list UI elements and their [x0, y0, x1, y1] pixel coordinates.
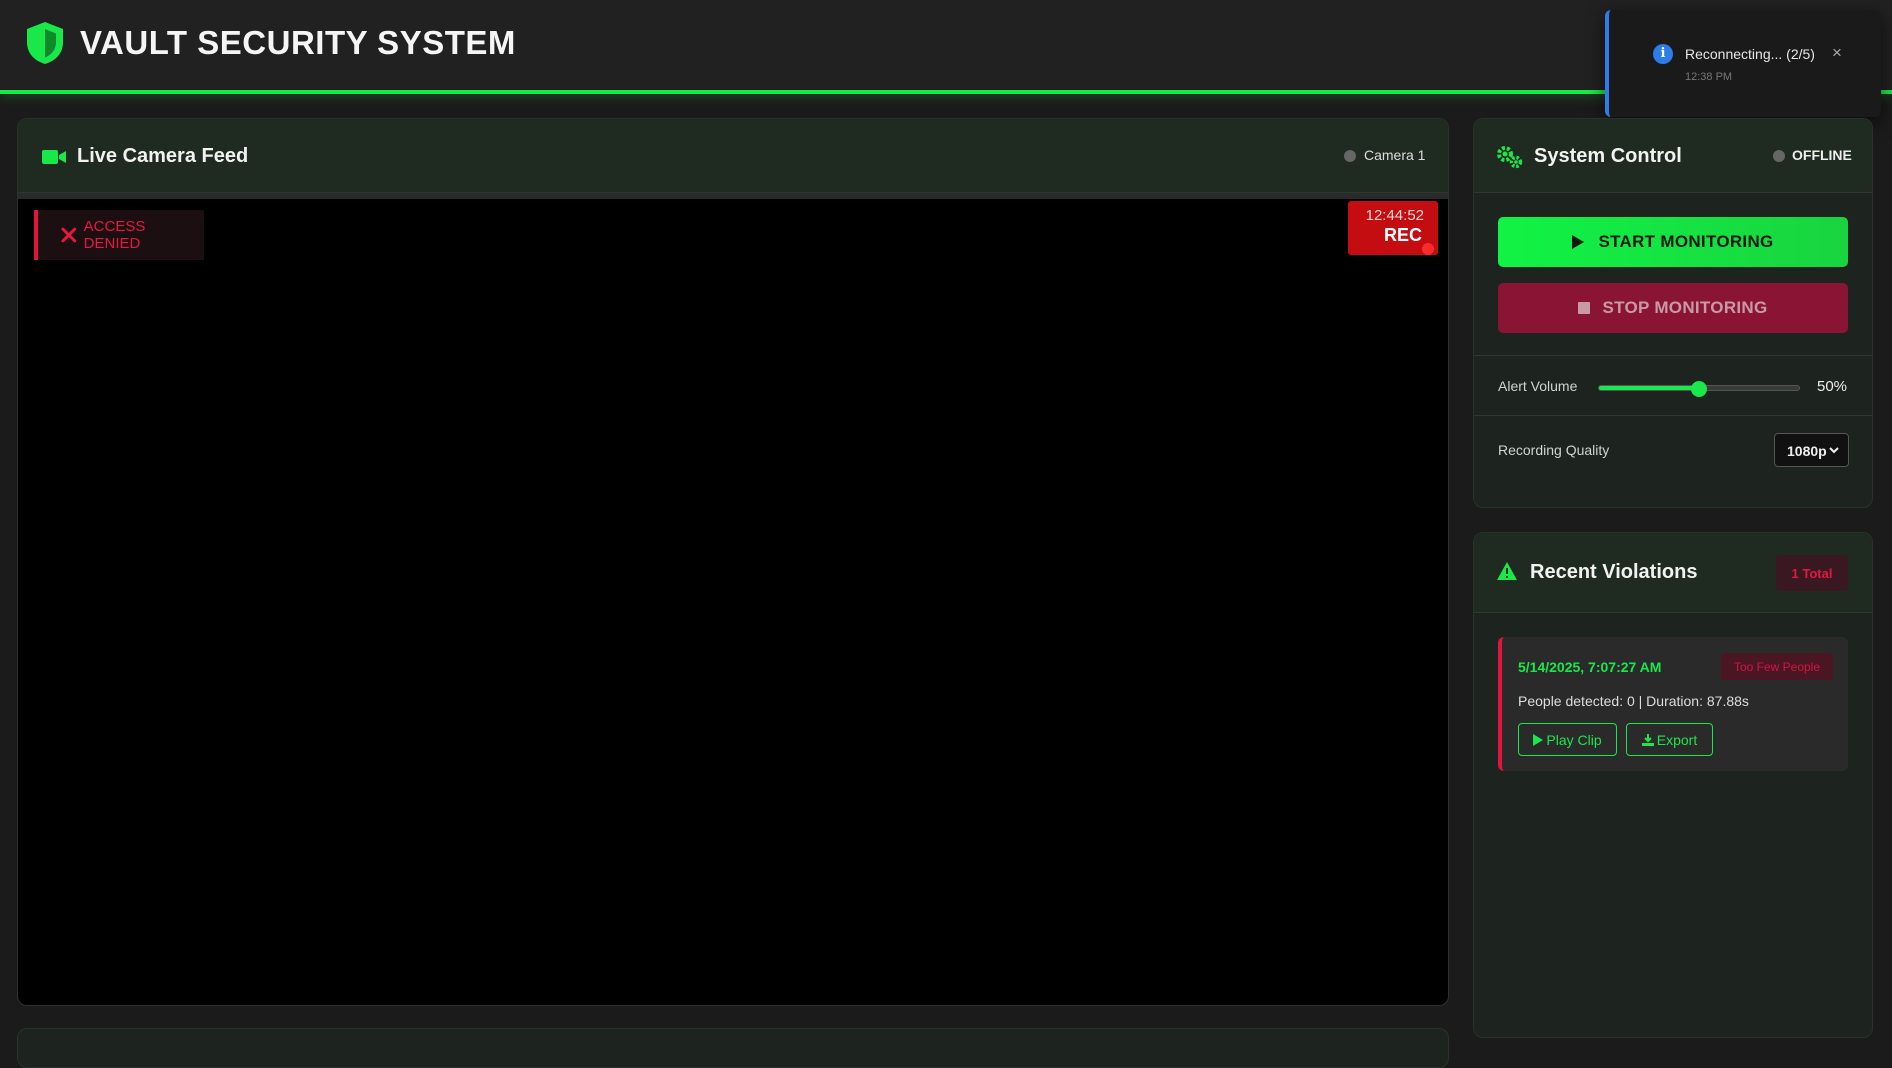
info-icon: i: [1653, 44, 1673, 64]
close-x-icon: [61, 227, 77, 243]
violation-timestamp: 5/14/2025, 7:07:27 AM: [1518, 659, 1662, 675]
access-denied-text: ACCESS DENIED: [83, 218, 146, 252]
camera-label: Camera 1: [1364, 147, 1426, 163]
system-status-text: OFFLINE: [1792, 147, 1852, 163]
stop-monitoring-label: STOP MONITORING: [1602, 298, 1768, 317]
violations-total-badge: 1 Total: [1776, 555, 1848, 591]
alert-volume-fill: [1599, 386, 1699, 390]
toast-time: 12:38 PM: [1685, 71, 1733, 83]
reconnect-toast: i Reconnecting... (2/5) 12:38 PM ×: [1605, 10, 1881, 117]
app-title: VAULT SECURITY SYSTEM: [80, 24, 516, 61]
violation-type-badge: Too Few People: [1721, 653, 1833, 680]
download-icon: [1641, 733, 1654, 746]
gears-icon: [1497, 146, 1523, 169]
system-control-title: System Control: [1534, 145, 1682, 167]
recording-indicator: 12:44:52 REC: [1348, 201, 1438, 255]
lower-panel: [17, 1028, 1449, 1068]
violations-header: Recent Violations 1 Total: [1474, 533, 1872, 613]
alert-volume-value: 50%: [1817, 378, 1848, 395]
video-feed[interactable]: ACCESS DENIED 12:44:52 REC: [18, 193, 1448, 1005]
camera-panel: Live Camera Feed Camera 1 ACCESS DENIED …: [17, 118, 1449, 1006]
chevron-down-icon: [1829, 447, 1839, 454]
play-clip-button[interactable]: Play Clip: [1518, 723, 1617, 756]
shield-icon: [27, 22, 63, 64]
alert-volume-thumb[interactable]: [1691, 381, 1707, 397]
control-divider: [1474, 415, 1872, 416]
recording-quality-value: 1080p: [1787, 443, 1827, 459]
recording-time: 12:44:52: [1365, 207, 1424, 224]
export-button[interactable]: Export: [1626, 723, 1713, 756]
stop-monitoring-button[interactable]: STOP MONITORING: [1498, 283, 1848, 333]
play-icon: [1533, 733, 1544, 746]
control-divider: [1474, 355, 1872, 356]
violations-panel: Recent Violations 1 Total 5/14/2025, 7:0…: [1473, 532, 1873, 1038]
warning-icon: [1497, 562, 1517, 580]
camera-panel-header: Live Camera Feed Camera 1: [18, 119, 1448, 193]
toast-close-button[interactable]: ×: [1832, 43, 1842, 63]
start-monitoring-label: START MONITORING: [1598, 232, 1774, 251]
rec-dot-icon: [1422, 243, 1434, 255]
export-label: Export: [1656, 731, 1698, 748]
recording-quality-label: Recording Quality: [1498, 442, 1610, 458]
camera-panel-title: Live Camera Feed: [77, 145, 249, 167]
stop-icon: [1578, 302, 1591, 314]
rec-label: REC: [1383, 225, 1422, 245]
system-control-panel: System Control OFFLINE START MONITORING …: [1473, 118, 1873, 508]
violation-card: 5/14/2025, 7:07:27 AM Too Few People Peo…: [1498, 637, 1848, 771]
violation-details: People detected: 0 | Duration: 87.88s: [1518, 693, 1749, 709]
play-icon: [1572, 235, 1585, 249]
system-status-dot: [1773, 150, 1785, 162]
toast-message: Reconnecting... (2/5): [1685, 46, 1815, 62]
camera-status-dot: [1344, 150, 1356, 162]
access-denied-banner: ACCESS DENIED: [34, 210, 204, 260]
violations-title: Recent Violations: [1530, 561, 1698, 583]
start-monitoring-button[interactable]: START MONITORING: [1498, 217, 1848, 267]
alert-volume-label: Alert Volume: [1498, 378, 1578, 394]
alert-volume-slider[interactable]: [1598, 381, 1800, 397]
video-top-strip: [18, 193, 1448, 199]
play-clip-label: Play Clip: [1546, 731, 1602, 748]
video-camera-icon: [42, 150, 66, 164]
recording-quality-select[interactable]: 1080p: [1774, 433, 1849, 467]
system-control-header: System Control OFFLINE: [1474, 119, 1872, 193]
